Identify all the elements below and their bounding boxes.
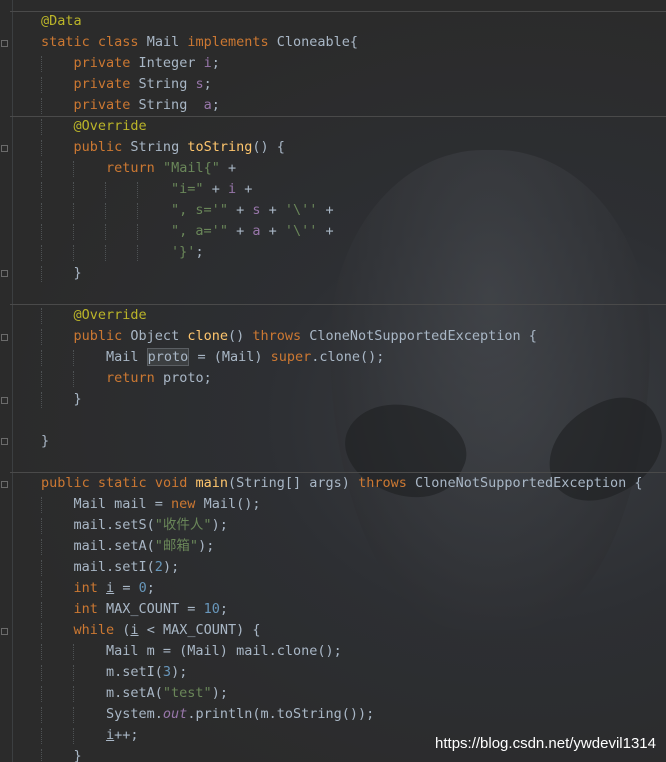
watermark: https://blog.csdn.net/ywdevil1314	[435, 735, 656, 752]
code-line-text: }	[41, 391, 82, 407]
code-line-text: '}';	[171, 244, 204, 260]
code-line[interactable]: public String toString() {	[0, 137, 666, 158]
code-line[interactable]: int i = 0;	[0, 578, 666, 599]
code-line[interactable]: public Object clone() throws CloneNotSup…	[0, 326, 666, 347]
code-editor[interactable]: @Data static class Mail implements Clonea…	[0, 0, 666, 762]
code-line-text: ", a='" + a + '\'' +	[171, 223, 334, 239]
code-line-text: }	[41, 748, 82, 762]
code-line-text: mail.setI(2);	[41, 559, 180, 575]
code-line-text: i++;	[106, 727, 139, 743]
code-line-text: Mail m = (Mail) mail.clone();	[41, 643, 342, 659]
code-line[interactable]: m.setA("test");	[0, 683, 666, 704]
code-line[interactable]: return proto;	[0, 368, 666, 389]
code-line[interactable]: mail.setS("收件人");	[0, 515, 666, 536]
code-line-text: }	[41, 265, 82, 281]
code-line[interactable]: mail.setI(2);	[0, 557, 666, 578]
code-line[interactable]: Mail mail = new Mail();	[0, 494, 666, 515]
code-line[interactable]: "i=" + i +	[0, 179, 666, 200]
code-line[interactable]	[0, 452, 666, 473]
code-line[interactable]: ", a='" + a + '\'' +	[0, 221, 666, 242]
code-line[interactable]: }	[0, 263, 666, 284]
code-line-text: @Override	[73, 118, 147, 134]
code-line[interactable]: static class Mail implements Cloneable{	[0, 32, 666, 53]
code-line-text: m.setA("test");	[41, 685, 228, 701]
code-line-text: m.setI(3);	[41, 664, 188, 680]
code-line-text: private String a;	[73, 97, 220, 113]
code-line-text: mail.setA("邮箱");	[41, 538, 215, 554]
code-line[interactable]: mail.setA("邮箱");	[0, 536, 666, 557]
code-line[interactable]: }	[0, 389, 666, 410]
code-line[interactable]: @Override	[0, 305, 666, 326]
code-line[interactable]: }	[0, 431, 666, 452]
code-line-text: @Data	[41, 13, 82, 29]
code-line[interactable]: m.setI(3);	[0, 662, 666, 683]
code-line[interactable]: public static void main(String[] args) t…	[0, 473, 666, 494]
code-line-text: return "Mail{" +	[106, 160, 237, 176]
code-line[interactable]: System.out.println(m.toString());	[0, 704, 666, 725]
code-line[interactable]: @Data	[0, 11, 666, 32]
code-line-text: private String s;	[73, 76, 212, 92]
code-line[interactable]: @Override	[0, 116, 666, 137]
code-line-text: static class Mail implements Cloneable{	[41, 34, 359, 50]
code-line-text: Mail mail = new Mail();	[41, 496, 261, 512]
code-line-text: public static void main(String[] args) t…	[41, 475, 643, 491]
code-line-text: Mail proto = (Mail) super.clone();	[41, 348, 385, 366]
code-line[interactable]: ", s='" + s + '\'' +	[0, 200, 666, 221]
code-line-text: }	[41, 433, 50, 449]
code-line-text: System.out.println(m.toString());	[41, 706, 375, 722]
code-line-text: public String toString() {	[73, 139, 285, 155]
code-line[interactable]	[0, 284, 666, 305]
code-line-text: while (i < MAX_COUNT) {	[73, 622, 261, 638]
code-line[interactable]: private String a;	[0, 95, 666, 116]
code-area[interactable]: @Data static class Mail implements Clonea…	[0, 11, 666, 762]
code-line-text: @Override	[73, 307, 147, 323]
code-line-text: mail.setS("收件人");	[41, 517, 228, 533]
code-line-text: private Integer i;	[73, 55, 220, 71]
code-line[interactable]: int MAX_COUNT = 10;	[0, 599, 666, 620]
code-line-text: int i = 0;	[73, 580, 155, 596]
code-line[interactable]: return "Mail{" +	[0, 158, 666, 179]
code-line-text: int MAX_COUNT = 10;	[73, 601, 228, 617]
code-line-text: "i=" + i +	[171, 181, 253, 197]
code-line[interactable]: private Integer i;	[0, 53, 666, 74]
code-line[interactable]	[0, 410, 666, 431]
code-line-text: ", s='" + s + '\'' +	[171, 202, 334, 218]
code-line-text: return proto;	[106, 370, 212, 386]
code-line[interactable]: '}';	[0, 242, 666, 263]
code-line[interactable]: private String s;	[0, 74, 666, 95]
code-line[interactable]: while (i < MAX_COUNT) {	[0, 620, 666, 641]
code-line-text: public Object clone() throws CloneNotSup…	[73, 328, 537, 344]
code-line[interactable]: Mail proto = (Mail) super.clone();	[0, 347, 666, 368]
code-line[interactable]: Mail m = (Mail) mail.clone();	[0, 641, 666, 662]
